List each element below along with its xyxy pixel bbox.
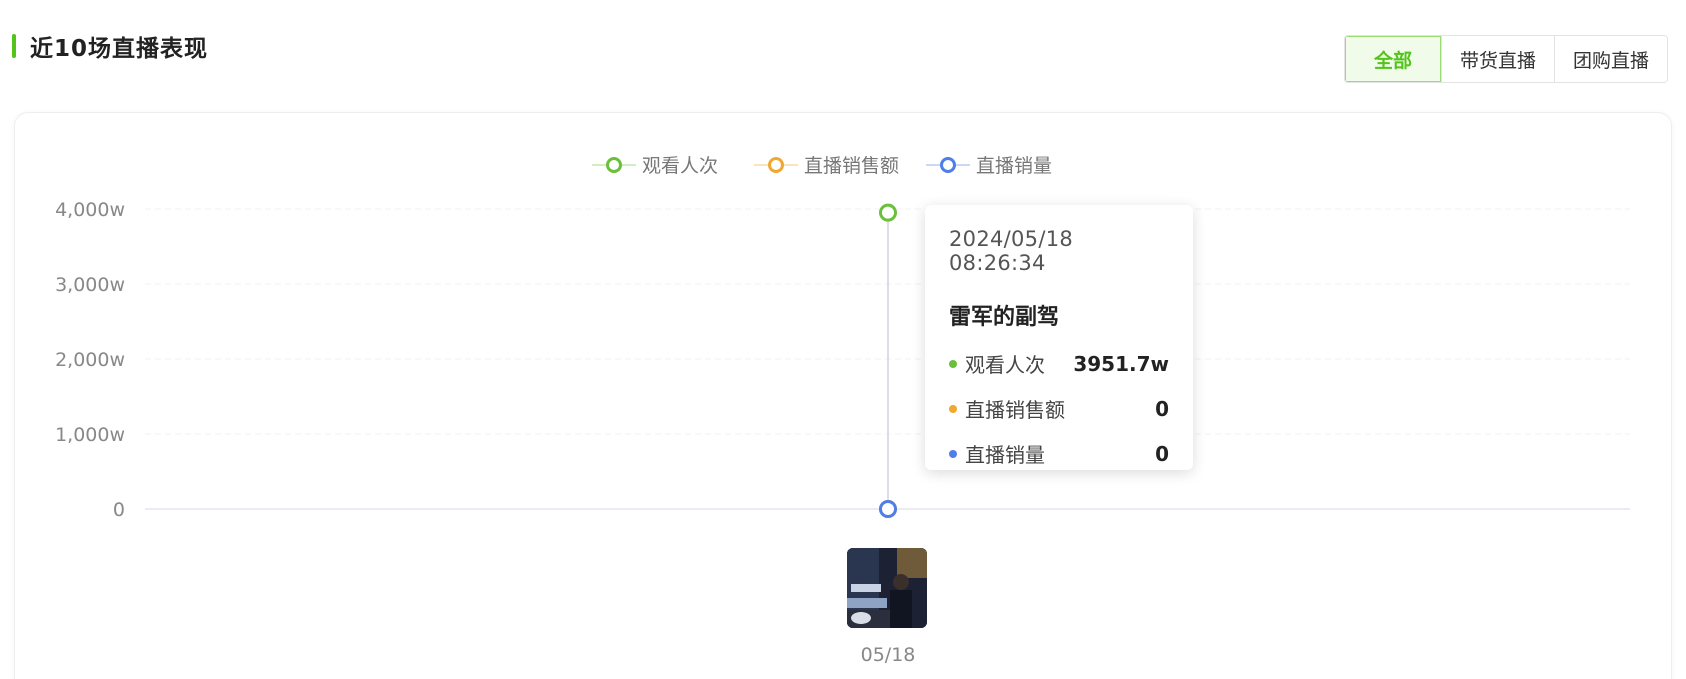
tooltip-value: 0 — [1155, 441, 1169, 466]
chart-svg: 01,000w2,000w3,000w4,000w05/18 观看人次 直播销售额… — [55, 155, 1630, 666]
legend-marker-icon — [606, 157, 622, 173]
legend-label: 直播销售额 — [804, 155, 899, 177]
tooltip-label: 直播销售额 — [965, 398, 1065, 422]
tooltip-value: 3951.7w — [1073, 351, 1169, 376]
tooltip-value: 0 — [1155, 396, 1169, 421]
tooltip-row-sales-amount: 直播销售额 0 — [949, 396, 1169, 422]
page: 近10场直播表现 全部 带货直播 团购直播 0 1,000w 2,000w 3,000… — [0, 0, 1686, 679]
tooltip-time: 2024/05/18 08:26:34 — [949, 227, 1074, 275]
y-tick-label: 0 — [113, 499, 125, 521]
x-tick-label: 05/18 — [861, 644, 916, 666]
legend-item: 直播销量 — [926, 155, 1052, 177]
dot-icon — [949, 449, 957, 458]
legend-marker-icon — [940, 157, 956, 173]
chart-tooltip: 2024/05/18 08:26:34 雷军的副驾 观看人次 3951.7w 直… — [925, 205, 1193, 470]
live-cover-thumbnail[interactable] — [847, 548, 927, 628]
tooltip-label: 直播销量 — [965, 443, 1045, 467]
legend-label: 直播销量 — [976, 155, 1052, 177]
y-tick-label: 1,000w — [55, 424, 125, 446]
legend-item: 直播销售额 — [754, 155, 899, 177]
thumbnail-image-icon — [847, 548, 927, 628]
tooltip-row-sales-volume: 直播销量 0 — [949, 441, 1169, 467]
y-tick-label: 2,000w — [55, 349, 125, 371]
dot-icon — [949, 359, 957, 368]
tooltip-label: 观看人次 — [965, 353, 1045, 377]
tooltip-streamer-name: 雷军的副驾 — [949, 305, 1060, 330]
legend-label: 观看人次 — [642, 155, 718, 177]
legend-marker-icon — [768, 157, 784, 173]
dot-icon — [949, 404, 957, 413]
data-point — [879, 203, 897, 222]
tooltip-row-views: 观看人次 3951.7w — [949, 351, 1169, 377]
data-point — [879, 500, 897, 518]
y-tick-label: 3,000w — [55, 274, 125, 296]
y-tick-label: 4,000w — [55, 199, 125, 221]
legend-item: 观看人次 — [592, 155, 718, 177]
